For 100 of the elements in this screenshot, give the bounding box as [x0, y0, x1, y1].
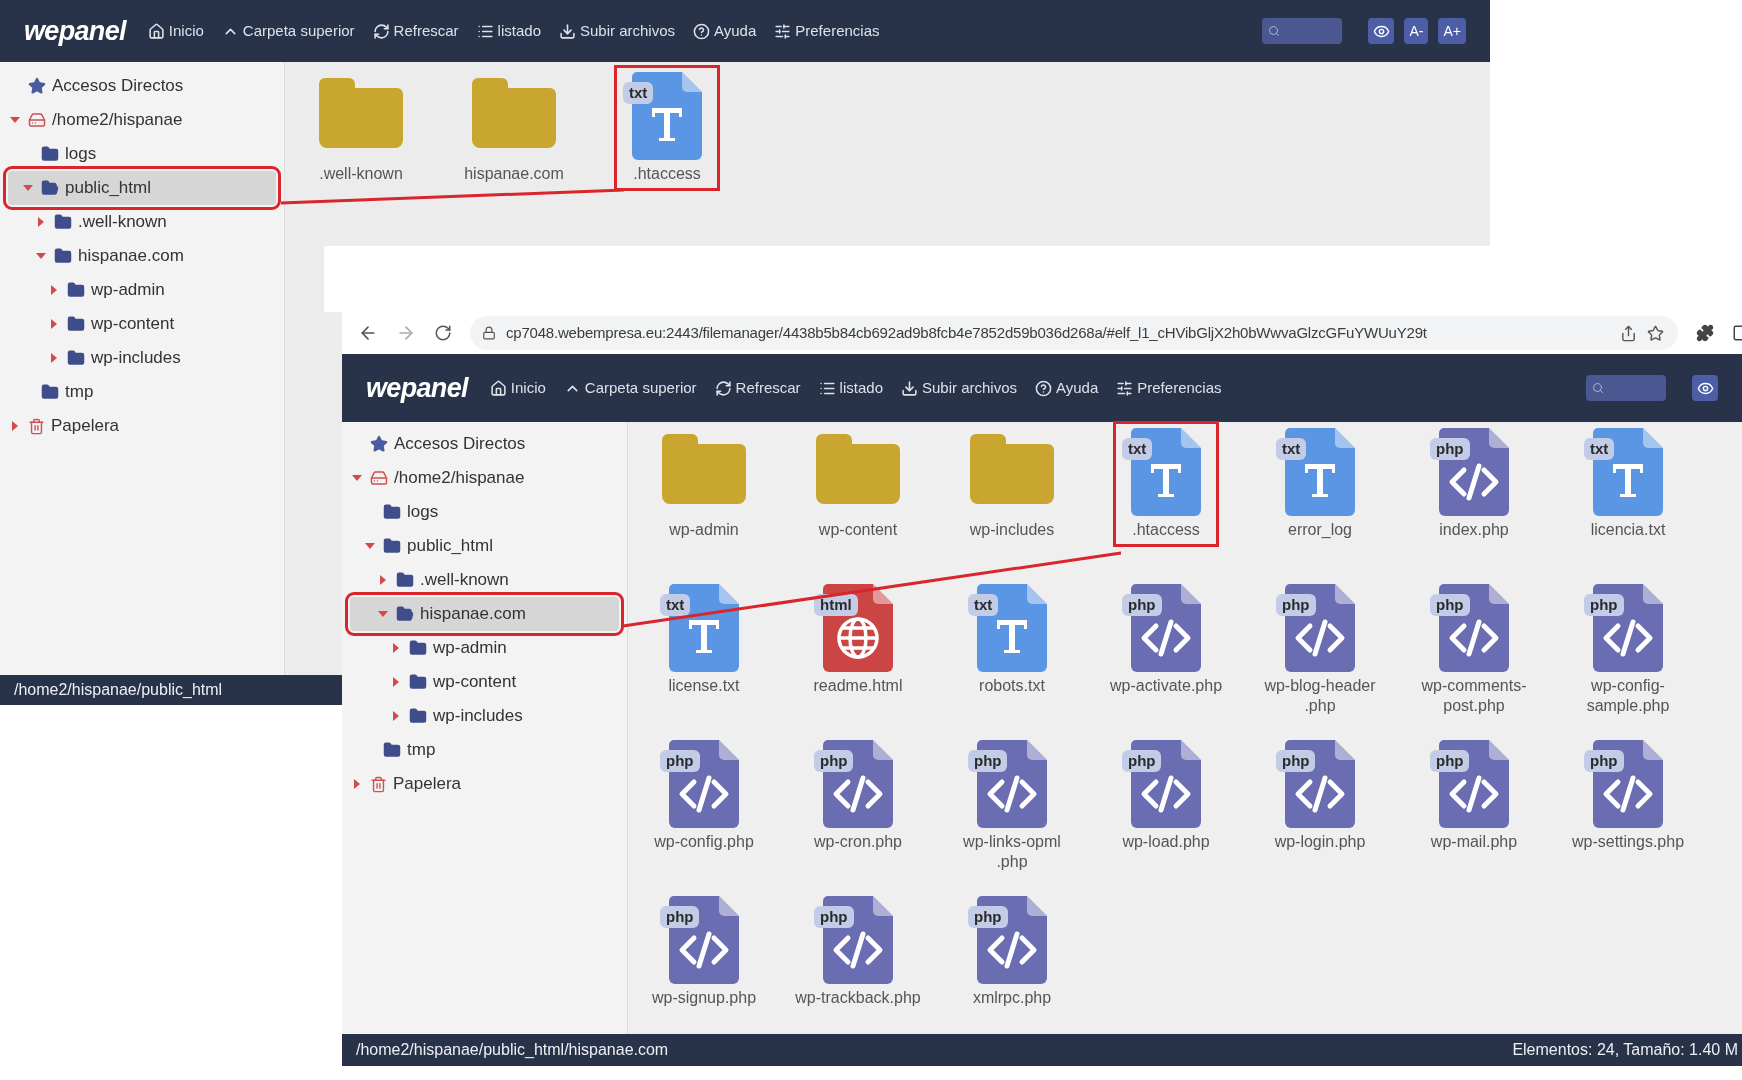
file-item[interactable]: txt license.txt	[654, 580, 754, 700]
url-field[interactable]: cp7048.webempresa.eu:2443/filemanager/4438b5b84cb692ad9b8fcb4e7852d59b036d268a/#elf_l1_cHVibGljX2h0bWwvaGlzcGFuYWUuY29t	[470, 316, 1678, 350]
logo: wepanel	[366, 371, 468, 405]
file-item[interactable]: txt error_log	[1270, 424, 1370, 544]
caret-icon[interactable]	[352, 473, 362, 483]
file-item[interactable]: txt licencia.txt	[1578, 424, 1678, 544]
tree-item[interactable]: Accesos Directos	[8, 69, 276, 103]
file-item[interactable]: php index.php	[1424, 424, 1524, 544]
file-item[interactable]: php wp-comments- post.php	[1413, 580, 1535, 720]
caret-icon[interactable]	[36, 217, 46, 227]
toolbar-button[interactable]: Subir archivos	[558, 19, 675, 43]
caret-icon[interactable]	[391, 711, 401, 721]
file-item[interactable]: wp-content	[808, 424, 908, 544]
url-text: cp7048.webempresa.eu:2443/filemanager/4438b5b84cb692ad9b8fcb4e7852d59b036d268a/#elf_l1_cHVibGljX2h0bWwvaGlzcGFuYWUuY29t	[506, 322, 1427, 343]
caret-icon[interactable]	[23, 183, 33, 193]
toolbar-button[interactable]: Preferencias	[1116, 376, 1222, 400]
toolbar-button[interactable]: Inicio	[147, 19, 204, 43]
toolbar-button[interactable]: Ayuda	[693, 19, 757, 43]
file-item[interactable]: php wp-signup.php	[643, 892, 765, 1012]
file-item[interactable]: php wp-cron.php	[805, 736, 910, 856]
caret-icon[interactable]	[49, 285, 59, 295]
file-item[interactable]: php wp-activate.php	[1101, 580, 1231, 700]
tree-item[interactable]: tmp	[8, 375, 276, 409]
caret-icon[interactable]	[391, 677, 401, 687]
status-path: /home2/hispanae/public_html	[14, 680, 223, 700]
toolbar-button[interactable]: Refrescar	[714, 376, 801, 400]
file-item[interactable]: php wp-settings.php	[1563, 736, 1693, 856]
tree-item[interactable]: wp-content	[8, 307, 276, 341]
tree-item[interactable]: hispanae.com	[8, 239, 276, 273]
caret-icon[interactable]	[10, 421, 20, 431]
tree-item[interactable]: /home2/hispanae	[8, 103, 276, 137]
toolbar-button[interactable]: listado	[476, 19, 541, 43]
caret-icon[interactable]	[365, 541, 375, 551]
file-item[interactable]: php wp-links-opml .php	[955, 736, 1069, 876]
extensions-icon[interactable]	[1696, 324, 1714, 342]
document-icon	[977, 896, 1047, 984]
tree-item[interactable]: Papelera	[8, 409, 276, 443]
toolbar-button[interactable]: Carpeta superior	[563, 376, 697, 400]
file-item[interactable]: txt robots.txt	[962, 580, 1062, 700]
file-item[interactable]: php wp-login.php	[1266, 736, 1374, 856]
status-path: /home2/hispanae/public_html/hispanae.com	[356, 1040, 669, 1060]
caret-icon[interactable]	[391, 643, 401, 653]
tree-item[interactable]: wp-includes	[8, 341, 276, 375]
tree-item[interactable]: Accesos Directos	[350, 427, 619, 461]
file-item[interactable]: php wp-config.php	[646, 736, 762, 856]
trash-icon	[370, 775, 387, 793]
file-item[interactable]: txt .htaccess	[617, 68, 717, 188]
file-type-badge: php	[1276, 594, 1316, 616]
star-icon	[370, 435, 388, 453]
file-item[interactable]: .well-known	[311, 68, 411, 188]
document-icon	[1439, 428, 1509, 516]
file-item[interactable]: php wp-blog-header .php	[1256, 580, 1384, 720]
tree-item[interactable]: wp-includes	[350, 699, 619, 733]
caret-icon[interactable]	[10, 115, 20, 125]
toolbar-button[interactable]: Ayuda	[1035, 376, 1099, 400]
tree-item[interactable]: tmp	[350, 733, 619, 767]
toolbar-button[interactable]: Refrescar	[372, 19, 459, 43]
tree-item[interactable]: wp-content	[350, 665, 619, 699]
search-field[interactable]	[1586, 375, 1666, 401]
tree-item[interactable]: .well-known	[8, 205, 276, 239]
tree-item[interactable]: Papelera	[350, 767, 619, 801]
caret-icon[interactable]	[49, 353, 59, 363]
visibility-button[interactable]	[1368, 18, 1395, 44]
font-size-button[interactable]: A-	[1404, 18, 1429, 44]
tree-item[interactable]: wp-admin	[8, 273, 276, 307]
file-item[interactable]: html readme.html	[805, 580, 911, 700]
caret-icon[interactable]	[36, 251, 46, 261]
tree-item[interactable]: public_html	[350, 529, 619, 563]
file-item[interactable]: txt .htaccess	[1116, 424, 1216, 544]
visibility-button[interactable]	[1692, 375, 1718, 401]
file-item[interactable]: php wp-config- sample.php	[1578, 580, 1678, 720]
tree-item[interactable]: /home2/hispanae	[350, 461, 619, 495]
share-icon[interactable]	[1620, 324, 1637, 342]
search-field[interactable]	[1262, 18, 1343, 44]
caret-icon[interactable]	[378, 609, 388, 619]
caret-icon[interactable]	[49, 319, 59, 329]
font-size-button[interactable]: A+	[1438, 18, 1466, 44]
file-item[interactable]: hispanae.com	[456, 68, 572, 188]
file-item[interactable]: php wp-load.php	[1114, 736, 1218, 856]
home-icon	[147, 22, 165, 40]
file-item[interactable]: wp-includes	[961, 424, 1063, 544]
file-item[interactable]: wp-admin	[654, 424, 754, 544]
toolbar-button[interactable]: Inicio	[489, 376, 546, 400]
toolbar-button[interactable]: Carpeta superior	[221, 19, 355, 43]
caret-icon[interactable]	[378, 575, 388, 585]
file-type-badge: txt	[1584, 438, 1615, 460]
file-item[interactable]: php xmlrpc.php	[962, 892, 1062, 1012]
toolbar-button[interactable]: Subir archivos	[900, 376, 1017, 400]
tree-item[interactable]: logs	[8, 137, 276, 171]
folder-icon	[54, 213, 72, 231]
caret-icon[interactable]	[352, 779, 362, 789]
bookmark-star-icon[interactable]	[1647, 324, 1664, 342]
file-item[interactable]: php wp-trackback.php	[787, 892, 929, 1012]
tree-item[interactable]: .well-known	[350, 563, 619, 597]
tree-item[interactable]: wp-admin	[350, 631, 619, 665]
reload-icon[interactable]	[434, 324, 452, 342]
file-item[interactable]: php wp-mail.php	[1422, 736, 1526, 856]
tree-item[interactable]: logs	[350, 495, 619, 529]
toolbar-button[interactable]: listado	[818, 376, 883, 400]
toolbar-button[interactable]: Preferencias	[774, 19, 880, 43]
